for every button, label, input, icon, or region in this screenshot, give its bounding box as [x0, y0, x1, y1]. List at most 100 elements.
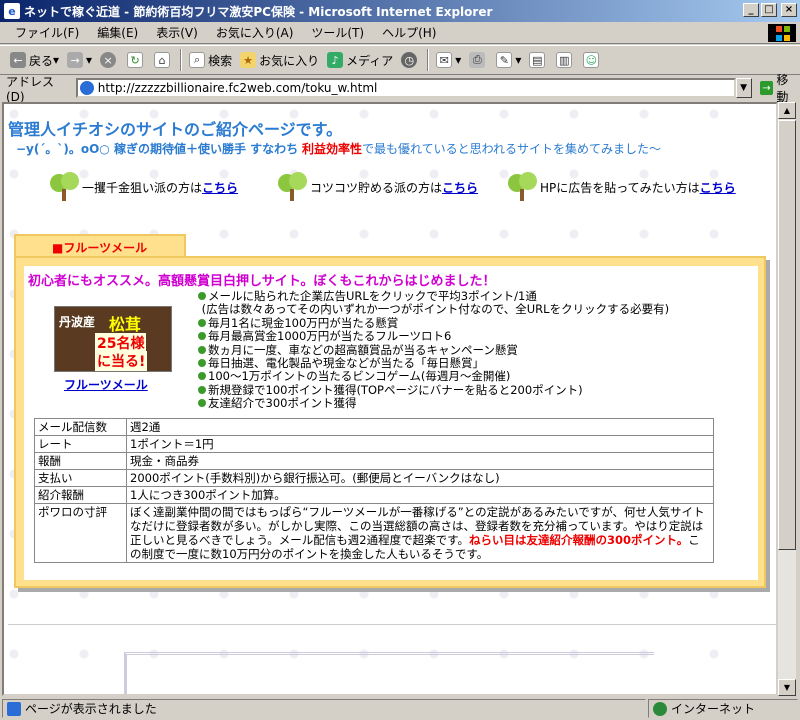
next-panel-edge [124, 652, 654, 694]
address-dropdown-button[interactable]: ▼ [735, 78, 752, 98]
feature-item: 新規登録で100ポイント獲得(TOPページにバナーを貼ると200ポイント) [198, 383, 669, 397]
table-value: 1人につき300ポイント加算。 [126, 486, 714, 504]
scroll-up-button[interactable]: ▲ [778, 102, 796, 119]
scroll-thumb[interactable] [778, 120, 796, 550]
home-icon: ⌂ [154, 52, 171, 68]
toolbar: ← 戻る ▾ → ▾ × ↻ ⌂ ⌕ 検索 ★ お気に入り ♪ メディア ◷ ✉ ▾ ⎙… [0, 45, 800, 75]
messenger-button[interactable]: ☺ [579, 48, 606, 72]
edit-icon: ✎ [496, 52, 513, 68]
table-row: メール配信数 週2通 [34, 418, 714, 436]
table-key: 報酬 [34, 452, 127, 470]
banner-line3: 25名様 [95, 333, 147, 353]
toolbar-separator [427, 49, 430, 71]
page-icon [79, 81, 94, 95]
category-text: HPに広告を貼ってみたい方は [540, 180, 700, 195]
feature-item: 毎月1名に現金100万円が当たる懸賞 [198, 316, 669, 330]
menu-view[interactable]: 表示(V) [147, 24, 207, 41]
menu-file[interactable]: ファイル(F) [6, 24, 88, 41]
messenger-icon: ☺ [583, 52, 600, 68]
category-link[interactable]: こちら [442, 179, 478, 196]
zone-text: インターネット [671, 702, 756, 716]
menu-tools[interactable]: ツール(T) [302, 24, 373, 41]
table-value: 現金・商品券 [126, 452, 714, 470]
page-heading: 管理人イチオシのサイトのご紹介ページです。 [8, 120, 343, 139]
discuss-icon: ▤ [529, 52, 546, 68]
forward-button[interactable]: → ▾ [63, 48, 96, 72]
table-key: メール配信数 [34, 418, 127, 436]
site-panel: 初心者にもオススメ。高額懸賞目白押しサイト。ぼくもこれからはじめました！ 丹波産… [14, 256, 766, 588]
mail-button[interactable]: ✉ ▾ [432, 48, 465, 72]
go-arrow-icon: → [759, 81, 774, 95]
toolbar-separator [180, 49, 183, 71]
category-link[interactable]: こちら [700, 179, 736, 196]
home-button[interactable]: ⌂ [150, 48, 177, 72]
minimize-button[interactable]: _ [743, 3, 759, 17]
info-table: メール配信数 週2通 レート 1ポイント＝1円 報酬 現金・商品券 支払い 2000ポイ… [34, 418, 714, 563]
windows-logo-icon [768, 24, 796, 42]
favorites-icon: ★ [240, 52, 257, 68]
table-key: 支払い [34, 469, 127, 487]
research-button[interactable]: ▥ [552, 48, 579, 72]
feature-list: メールに貼られた企業広告URLをクリックで平均3ポイント/1通 (広告は数々あっ… [198, 289, 670, 411]
table-key: レート [34, 435, 127, 453]
fruitmail-link[interactable]: フルーツメール [64, 376, 148, 393]
mail-icon: ✉ [436, 52, 453, 68]
go-button[interactable]: → 移動 [759, 71, 800, 105]
sub-prefix: −y(´。`)。oO○ 稼ぎの期待値＋使い勝手 すなわち [16, 142, 299, 156]
back-arrow-icon: ← [10, 52, 26, 68]
stop-button[interactable]: × [96, 48, 123, 72]
banner-line2: 松茸 [109, 315, 142, 334]
menu-help[interactable]: ヘルプ(H) [373, 24, 445, 41]
table-value: 2000ポイント(手数料別)から銀行振込可。(郵便局とイーバンクはなし) [126, 469, 714, 487]
favorites-button[interactable]: ★ お気に入り [236, 48, 323, 72]
status-left: ページが表示されました [2, 699, 646, 718]
print-icon: ⎙ [469, 52, 486, 68]
category-text: 一攫千金狙い派の方は [82, 180, 203, 195]
site-headline: 初心者にもオススメ。高額懸賞目白押しサイト。ぼくもこれからはじめました！ [28, 274, 496, 289]
history-button[interactable]: ◷ [397, 48, 424, 72]
menu-favorites[interactable]: お気に入り(A) [207, 24, 303, 41]
ie-icon: e [4, 3, 20, 19]
back-button[interactable]: ← 戻る ▾ [6, 48, 63, 72]
window-title: ネットで稼ぐ近道 - 節約術百均フリマ激安PC保険 - Microsoft In… [24, 4, 493, 19]
close-button[interactable]: × [781, 3, 797, 17]
page-viewport: 管理人イチオシのサイトのご紹介ページです。 −y(´。`)。oO○ 稼ぎの期待値… [2, 102, 778, 696]
sub-suffix: で最も優れていると思われるサイトを集めてみました〜 [361, 142, 662, 156]
status-zone: インターネット [648, 699, 798, 718]
address-input[interactable]: http://zzzzzbillionaire.fc2web.com/toku_… [75, 78, 736, 98]
print-button[interactable]: ⎙ [465, 48, 492, 72]
favorites-label: お気に入り [259, 53, 320, 68]
table-row: 報酬 現金・商品券 [34, 452, 714, 470]
table-row: 紹介報酬 1人につき300ポイント加算。 [34, 486, 714, 504]
banner-line1: 丹波産 [59, 315, 96, 329]
table-row: レート 1ポイント＝1円 [34, 435, 714, 453]
site-tab: ■フルーツメール [14, 234, 186, 258]
vertical-scrollbar[interactable]: ▲ ▼ [778, 102, 796, 696]
media-button[interactable]: ♪ メディア [323, 48, 397, 72]
refresh-button[interactable]: ↻ [123, 48, 150, 72]
media-label: メディア [346, 53, 394, 68]
feature-item: メールに貼られた企業広告URLをクリックで平均3ポイント/1通 [198, 289, 669, 303]
table-row: ポワロの寸評 ぼく達副業仲間の間ではもっぱら“フルーツメールが一番稼げる”との定… [34, 503, 714, 563]
maximize-button[interactable]: □ [761, 3, 777, 17]
feature-item: 100〜1万ポイントの当たるビンコゲーム(毎週月〜金開催) [198, 370, 669, 383]
tree-icon [278, 172, 308, 202]
fruitmail-banner[interactable]: 丹波産 松茸 25名様 に当る! [54, 306, 172, 372]
status-text: ページが表示されました [25, 702, 157, 716]
tree-icon [50, 172, 80, 202]
edit-button[interactable]: ✎ ▾ [492, 48, 525, 72]
discuss-button[interactable]: ▤ [525, 48, 552, 72]
address-url: http://zzzzzbillionaire.fc2web.com/toku_… [97, 81, 378, 95]
scroll-down-button[interactable]: ▼ [778, 679, 796, 696]
search-label: 検索 [208, 53, 233, 68]
menu-edit[interactable]: 編集(E) [88, 24, 147, 41]
stop-icon: × [100, 52, 117, 68]
category-link-2: コツコツ貯める派の方は こちら [278, 172, 478, 202]
divider [8, 624, 776, 625]
table-row: 支払い 2000ポイント(手数料別)から銀行振込可。(郵便局とイーバンクはなし) [34, 469, 714, 487]
category-link[interactable]: こちら [202, 179, 238, 196]
address-label: アドレス(D) [6, 74, 55, 104]
tree-icon [508, 172, 538, 202]
search-button[interactable]: ⌕ 検索 [185, 48, 236, 72]
feature-item: (広告は数々あってその内いずれか一つがポイント付なので、全URLをクリックする必… [201, 302, 670, 317]
